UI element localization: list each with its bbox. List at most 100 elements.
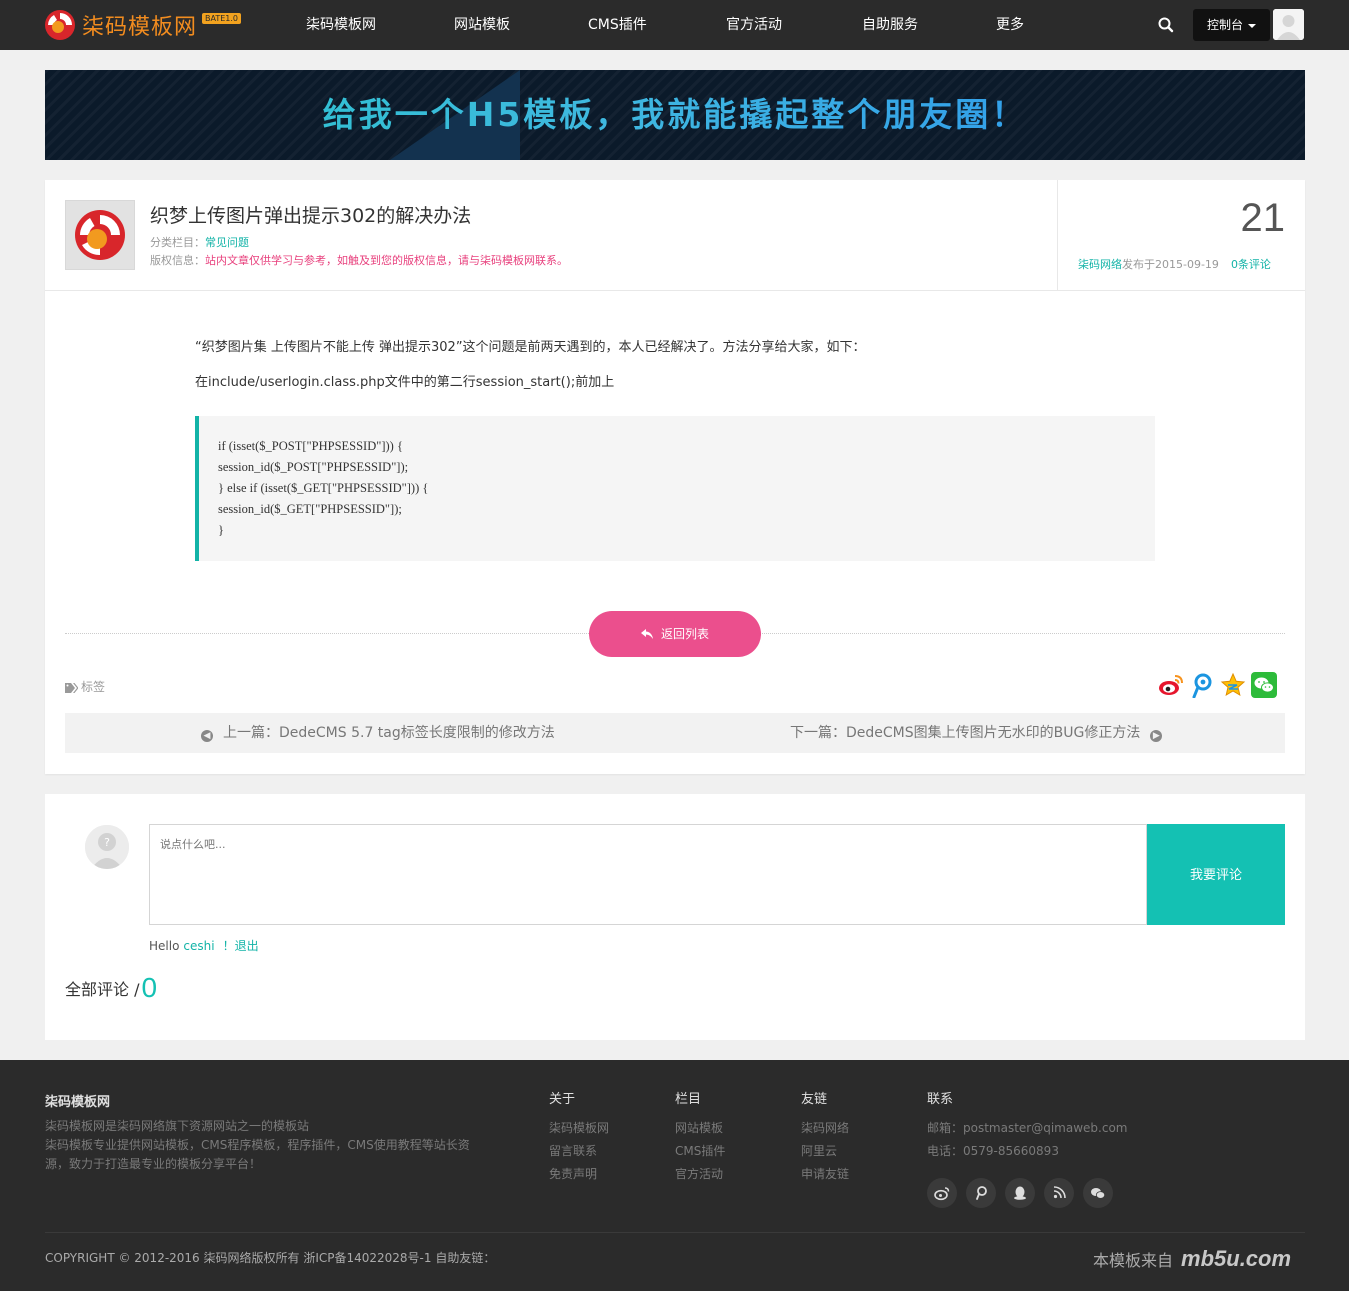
footer-col-contact: 联系 邮箱：postmaster@qimaweb.com 电话：0579-856…: [927, 1091, 1128, 1163]
arrow-right-icon: ▶: [1150, 730, 1163, 742]
logo-badge: BATE1.0: [202, 12, 242, 24]
footer-link[interactable]: 留言联系: [549, 1140, 609, 1163]
logo-text: 柒码模板网: [82, 15, 198, 40]
qq-icon[interactable]: [1005, 1178, 1035, 1208]
category-label: 分类栏目：: [150, 236, 205, 249]
footer-link[interactable]: 柒码网络: [801, 1117, 849, 1140]
comment-input[interactable]: [149, 824, 1147, 925]
comment-total-label: 全部评论 /: [65, 980, 140, 999]
article-paragraph: “织梦图片集 上传图片不能上传 弹出提示302”这个问题是前两天遇到的，本人已经…: [195, 340, 866, 355]
publish-date: 发布于2015-09-19: [1122, 258, 1219, 271]
article-category: 分类栏目：常见问题: [150, 234, 249, 250]
copyright-notice: 站内文章仅供学习与参考，如触及到您的版权信息，请与柒码模板网联系。: [205, 254, 568, 267]
hello-text: Hello: [149, 939, 180, 953]
back-to-list-button[interactable]: 返回列表: [589, 611, 761, 657]
reply-icon: [640, 611, 653, 657]
login-status: Hello ceshi ！退出: [149, 937, 259, 954]
footer-link[interactable]: 柒码模板网: [549, 1117, 609, 1140]
nav-item-events[interactable]: 官方活动: [726, 0, 782, 50]
footer-col-title: 联系: [927, 1092, 954, 1107]
footer-link[interactable]: 阿里云: [801, 1140, 849, 1163]
footer-social-links: [927, 1178, 1122, 1208]
nav-item-self-service[interactable]: 自助服务: [862, 0, 918, 50]
article-publish-info: 柒码网络发布于2015-09-19 0条评论: [1078, 256, 1271, 272]
nav-item-cms-plugins[interactable]: CMS插件: [588, 0, 647, 50]
code-line: if (isset($_POST["PHPSESSID"])) {: [218, 439, 403, 453]
template-credit-label: 本模板来自: [1093, 1251, 1174, 1270]
prev-post-link[interactable]: ◀ 上一篇：DedeCMS 5.7 tag标签长度限制的修改方法: [201, 713, 555, 753]
code-line: }: [218, 523, 224, 537]
next-post-label: 下一篇：DedeCMS图集上传图片无水印的BUG修正方法: [790, 725, 1141, 741]
prev-post-label: 上一篇：DedeCMS 5.7 tag标签长度限制的修改方法: [223, 725, 555, 741]
footer-description: 柒码模板网是柒码网络旗下资源网站之一的模板站 柒码模板专业提供网站模板，CMS程…: [45, 1119, 470, 1171]
logo-mark-icon: [44, 9, 76, 41]
footer-col-sections: 栏目 网站模板 CMS插件 官方活动: [675, 1091, 725, 1186]
footer-brand: 柒码模板网: [45, 1095, 111, 1110]
tencent-weibo-icon[interactable]: [1189, 672, 1215, 699]
article-header: 织梦上传图片弹出提示302的解决办法 分类栏目：常见问题 版权信息：站内文章仅供…: [45, 180, 1305, 291]
logout-link[interactable]: ！退出: [223, 939, 259, 953]
footer-col-title: 友链: [801, 1092, 828, 1107]
comment-total-count: 0: [141, 972, 158, 1003]
article-card: 织梦上传图片弹出提示302的解决办法 分类栏目：常见问题 版权信息：站内文章仅供…: [45, 180, 1305, 774]
article-thumbnail: [65, 200, 135, 270]
tencent-weibo-icon[interactable]: [966, 1178, 996, 1208]
search-icon[interactable]: [1156, 15, 1176, 35]
publisher-link[interactable]: 柒码网络: [1078, 258, 1122, 271]
promo-banner[interactable]: 给我一个H5模板，我就能撬起整个朋友圈！: [45, 70, 1305, 160]
code-line: session_id($_POST["PHPSESSID"]);: [218, 460, 409, 474]
comment-count-link[interactable]: 0条评论: [1231, 258, 1271, 271]
nav-item-home[interactable]: 柒码模板网: [306, 0, 376, 50]
commenter-avatar-icon: ?: [85, 825, 129, 869]
caret-down-icon: [1248, 23, 1257, 28]
footer-link[interactable]: 免责声明: [549, 1163, 609, 1186]
article-copyright: 版权信息：站内文章仅供学习与参考，如触及到您的版权信息，请与柒码模板网联系。: [150, 252, 568, 268]
footer-divider: [45, 1232, 1305, 1233]
back-to-list-label: 返回列表: [660, 627, 709, 641]
footer-col-friend-links: 友链 柒码网络 阿里云 申请友链: [801, 1091, 849, 1186]
article-day: 21: [1240, 196, 1286, 240]
footer-link[interactable]: CMS插件: [675, 1140, 725, 1163]
wechat-icon[interactable]: [1083, 1178, 1113, 1208]
weibo-icon[interactable]: [1158, 672, 1184, 698]
banner-text: 给我一个H5模板，我就能撬起整个朋友圈！: [45, 70, 1305, 160]
top-navbar: 柒码模板网 BATE1.0 柒码模板网 网站模板 CMS插件 官方活动 自助服务…: [0, 0, 1349, 50]
weibo-icon[interactable]: [927, 1178, 957, 1208]
footer-col-title: 栏目: [675, 1092, 702, 1107]
qzone-icon[interactable]: [1220, 672, 1246, 698]
comment-total: 全部评论 /0: [65, 972, 157, 1004]
footer-email[interactable]: 邮箱：postmaster@qimaweb.com: [927, 1117, 1128, 1140]
rss-icon[interactable]: [1044, 1178, 1074, 1208]
username-link[interactable]: ceshi: [183, 939, 214, 953]
template-credit-logo[interactable]: mb5u.com: [1181, 1246, 1291, 1271]
footer-col-title: 关于: [549, 1092, 576, 1107]
nav-item-templates[interactable]: 网站模板: [454, 0, 510, 50]
next-post-link[interactable]: 下一篇：DedeCMS图集上传图片无水印的BUG修正方法 ▶: [790, 713, 1163, 753]
tag-icon: [65, 682, 79, 693]
share-bar: [1158, 672, 1282, 700]
footer-link[interactable]: 申请友链: [801, 1163, 849, 1186]
console-label: 控制台: [1207, 18, 1244, 32]
category-link[interactable]: 常见问题: [205, 236, 249, 249]
article-date-panel: 21 柒码网络发布于2015-09-19 0条评论: [1057, 180, 1305, 290]
article-tags: 标签: [65, 678, 105, 695]
wechat-icon[interactable]: [1251, 672, 1277, 698]
template-credit: 本模板来自 mb5u.com: [1093, 1246, 1291, 1272]
nav-item-more[interactable]: 更多: [996, 0, 1024, 50]
footer-link[interactable]: 网站模板: [675, 1117, 725, 1140]
copyright-label: 版权信息：: [150, 254, 205, 267]
comment-card: ? 我要评论 Helloceshi ！退出 全部评论 /0: [45, 794, 1305, 1040]
site-logo[interactable]: 柒码模板网 BATE1.0: [44, 9, 242, 41]
code-block: if (isset($_POST["PHPSESSID"])) { sessio…: [195, 416, 1155, 561]
code-line: } else if (isset($_GET["PHPSESSID"])) {: [218, 481, 429, 495]
footer-col-about: 关于 柒码模板网 留言联系 免责声明: [549, 1091, 609, 1186]
footer-link[interactable]: 官方活动: [675, 1163, 725, 1186]
submit-comment-button[interactable]: 我要评论: [1147, 824, 1285, 925]
post-pager: ◀ 上一篇：DedeCMS 5.7 tag标签长度限制的修改方法 下一篇：Dede…: [65, 713, 1285, 753]
arrow-left-icon: ◀: [201, 730, 213, 742]
article-paragraph: 在include/userlogin.class.php文件中的第二行sessi…: [195, 375, 615, 390]
avatar-icon[interactable]: [1273, 9, 1304, 40]
svg-text:?: ?: [104, 836, 110, 849]
console-dropdown-button[interactable]: 控制台: [1193, 9, 1270, 41]
tags-label: 标签: [81, 680, 106, 694]
